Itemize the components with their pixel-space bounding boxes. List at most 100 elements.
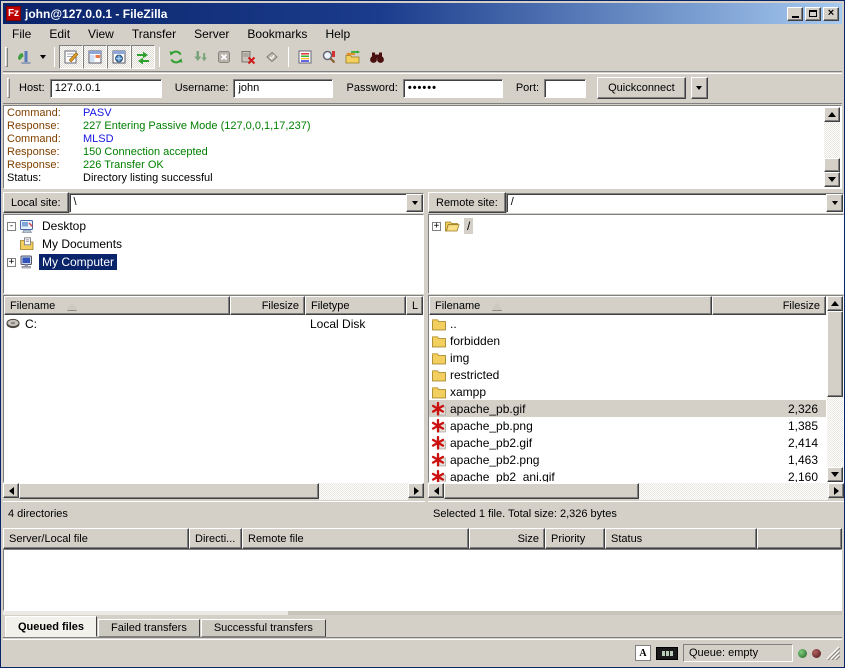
column-header-filesize[interactable]: Filesize [230,296,305,315]
remote-status-bar: Selected 1 file. Total size: 2,326 bytes [428,501,844,525]
remote-site-dropdown[interactable] [826,194,843,212]
host-input[interactable] [50,79,162,98]
remote-file-row[interactable]: forbidden [429,332,826,349]
remote-file-row[interactable]: apache_pb.png 1,385 [429,417,826,434]
tab-queued-files[interactable]: Queued files [5,616,97,637]
toggle-local-tree-button[interactable] [83,45,107,69]
remote-file-row[interactable]: restricted [429,366,826,383]
menu-view[interactable]: View [79,25,123,43]
cancel-button[interactable] [212,45,236,69]
menu-help[interactable]: Help [316,25,359,43]
toolbar-gripper[interactable] [5,47,8,67]
quickconnect-button[interactable]: Quickconnect [597,77,686,99]
scroll-track[interactable] [319,483,408,500]
local-file-row[interactable]: C: Local Disk [4,315,423,332]
remote-file-row[interactable]: apache_pb2.gif 2,414 [429,434,826,451]
password-input[interactable] [403,79,503,98]
scroll-thumb[interactable] [444,483,639,499]
maximize-button[interactable] [805,7,821,21]
remote-file-row[interactable]: apache_pb2_ani.gif 2,160 [429,468,826,483]
expand-toggle[interactable]: + [7,258,16,267]
toggle-message-log-button[interactable] [59,45,83,69]
column-header-filetype[interactable]: Filetype [305,296,406,315]
column-header-filename[interactable]: Filename [429,296,712,315]
local-tree-icon [87,49,103,65]
disconnect-button[interactable] [236,45,260,69]
synchronized-browsing-button[interactable] [341,45,365,69]
close-button[interactable]: × [823,7,839,21]
queue-icon [135,49,151,65]
username-input[interactable] [233,79,333,98]
menu-transfer[interactable]: Transfer [123,25,185,43]
scroll-right-button[interactable] [408,483,424,498]
scroll-thumb[interactable] [824,158,840,172]
remote-file-row[interactable]: .. [429,315,826,332]
menu-server[interactable]: Server [185,25,238,43]
expand-toggle[interactable]: + [432,222,441,231]
scroll-thumb[interactable] [19,483,319,499]
scroll-down-button[interactable] [824,172,840,187]
column-header-filesize[interactable]: Filesize [712,296,826,315]
toggle-queue-button[interactable] [131,45,155,69]
tab-failed-transfers[interactable]: Failed transfers [98,619,200,637]
folder-icon [431,333,448,349]
local-site-dropdown[interactable] [406,194,423,212]
column-header-size[interactable]: Size [469,528,545,549]
log-text: MLSD [83,133,114,146]
scroll-left-button[interactable] [428,483,444,498]
site-manager-dropdown[interactable] [36,45,50,69]
scroll-track[interactable] [824,122,840,158]
site-manager-button[interactable] [12,45,36,69]
tree-item-my-computer[interactable]: + My Computer [4,253,423,271]
scroll-track[interactable] [827,397,843,467]
remote-file-row[interactable]: xampp [429,383,826,400]
tree-item-desktop[interactable]: - Desktop [4,217,423,235]
scroll-up-button[interactable] [824,107,840,122]
quickbar-gripper[interactable] [7,78,10,98]
toggle-remote-tree-button[interactable] [107,45,131,69]
column-header-last-modified[interactable]: L [406,296,423,315]
remote-file-list: Filename Filesize .. forbidden img restr… [428,295,844,483]
column-header-status[interactable]: Status [605,528,757,549]
column-header-server-local-file[interactable]: Server/Local file [3,528,189,549]
tree-item-root[interactable]: + / [429,217,843,235]
remote-file-row-selected[interactable]: apache_pb.gif 2,326 [429,400,826,417]
scroll-right-button[interactable] [828,483,844,498]
scroll-down-button[interactable] [827,467,843,482]
queue-list[interactable] [3,549,842,611]
scroll-left-button[interactable] [3,483,19,498]
menu-file[interactable]: File [3,25,40,43]
local-site-combo[interactable]: \ [69,193,424,213]
quickconnect-dropdown[interactable] [691,77,708,99]
tree-item-label: My Computer [39,254,117,270]
directory-comparison-button[interactable] [317,45,341,69]
file-size: 2,414 [712,436,826,450]
tree-item-my-documents[interactable]: My Documents [4,235,423,253]
reconnect-button[interactable] [260,45,284,69]
compare-icon [321,49,337,65]
column-header-direction[interactable]: Directi... [189,528,242,549]
menu-bookmarks[interactable]: Bookmarks [238,25,316,43]
scroll-up-button[interactable] [827,296,843,311]
filter-button[interactable] [293,45,317,69]
remote-file-row[interactable]: apache_pb2.png 1,463 [429,451,826,468]
port-input[interactable] [544,79,586,98]
refresh-button[interactable] [164,45,188,69]
column-header-remote-file[interactable]: Remote file [242,528,469,549]
remote-file-row[interactable]: img [429,349,826,366]
scroll-thumb[interactable] [827,311,843,397]
column-header-priority[interactable]: Priority [545,528,605,549]
tab-successful-transfers[interactable]: Successful transfers [201,619,326,637]
scroll-track[interactable] [639,483,828,500]
minimize-button[interactable] [787,7,803,21]
activity-led-green [798,649,807,658]
resize-grip[interactable] [826,646,840,660]
column-label: Server/Local file [9,533,88,545]
column-header-filename[interactable]: Filename [4,296,230,315]
menu-edit[interactable]: Edit [40,25,79,43]
remote-site-combo[interactable]: / [506,193,844,213]
find-files-button[interactable] [365,45,389,69]
collapse-toggle[interactable]: - [7,222,16,231]
log-line: Response:227 Entering Passive Mode (127,… [7,120,838,133]
process-queue-button[interactable] [188,45,212,69]
